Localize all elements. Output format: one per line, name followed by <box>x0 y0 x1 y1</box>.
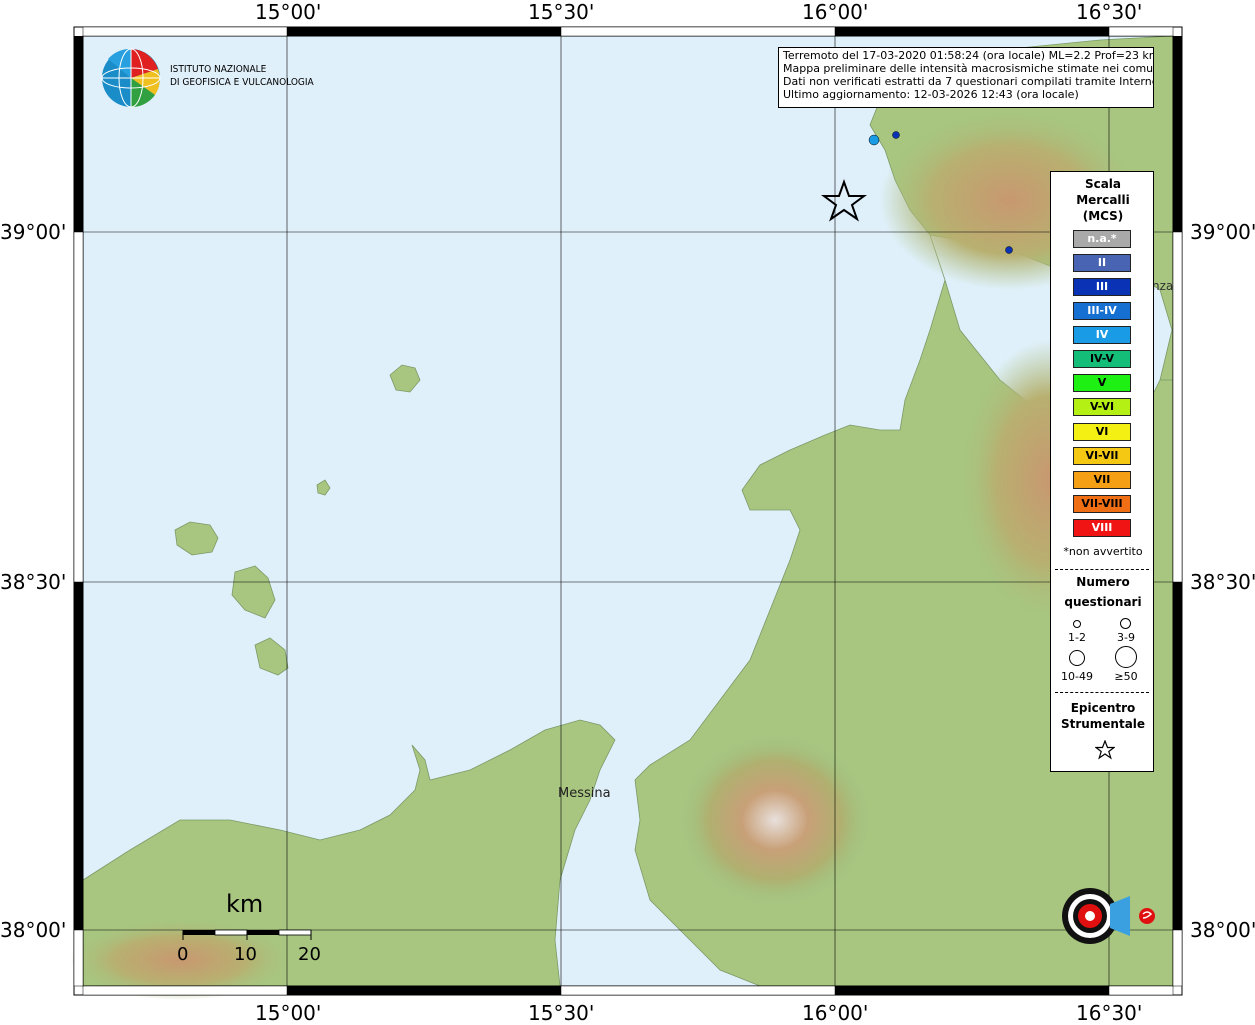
legend-star-icon <box>1095 740 1115 760</box>
legend-epicenter-title-1: Epicentro <box>1070 701 1136 715</box>
lon-label-top: 15°00' <box>255 0 322 24</box>
lon-label-top: 16°00' <box>802 0 869 24</box>
count-size-1-icon <box>1073 620 1081 628</box>
lon-label-bottom: 16°00' <box>802 1001 869 1025</box>
count-size-4-icon <box>1115 646 1137 668</box>
legend-item: VII-VIII <box>1073 495 1131 513</box>
lon-label-bottom: 16°30' <box>1076 1001 1143 1025</box>
lat-label-right: 38°00' <box>1190 918 1255 942</box>
legend-item: II <box>1073 254 1131 272</box>
lon-label-top: 16°30' <box>1076 0 1143 24</box>
lon-label-bottom: 15°00' <box>255 1001 322 1025</box>
legend-item: V-VI <box>1073 398 1131 416</box>
count-label: ≥50 <box>1114 670 1138 683</box>
legend-item: V <box>1073 374 1131 392</box>
count-label: 10-49 <box>1061 670 1093 683</box>
legend-divider <box>1055 692 1149 693</box>
place-label-messina: Messina <box>558 786 611 801</box>
count-size-3-icon <box>1069 650 1085 666</box>
legend-item: IV <box>1073 326 1131 344</box>
intensity-legend: Scala Mercalli (MCS) n.a.* II III III-IV… <box>1050 171 1154 772</box>
legend-item: IV-V <box>1073 350 1131 368</box>
lat-label-right: 39°00' <box>1190 220 1255 244</box>
legend-title-mcs: (MCS) <box>1082 209 1124 223</box>
event-summary: Terremoto del 17-03-2020 01:58:24 (ora l… <box>783 49 1154 62</box>
observation-point <box>892 131 900 139</box>
legend-title-mercalli: Mercalli <box>1076 193 1130 207</box>
legend-title-scala: Scala <box>1084 177 1122 191</box>
aspromonte-massif <box>680 735 870 905</box>
legend-item: VI-VII <box>1073 447 1131 465</box>
map-description: Mappa preliminare delle intensità macros… <box>783 62 1154 75</box>
scale-bar-unit: km <box>226 890 264 918</box>
scale-bar-label: 0 <box>177 944 189 965</box>
lat-label-left: 38°00' <box>0 918 67 942</box>
haisentito-logo <box>1032 866 1162 976</box>
legend-epicenter-title-2: Strumentale <box>1060 717 1146 731</box>
last-update: Ultimo aggiornamento: 12-03-2026 12:43 (… <box>783 88 1079 101</box>
legend-item: III <box>1073 278 1131 296</box>
legend-divider <box>1055 569 1149 570</box>
scale-bar-label: 10 <box>234 944 257 965</box>
legend-item: III-IV <box>1073 302 1131 320</box>
place-label-partial: nza <box>1152 279 1174 293</box>
scale-bar-label: 20 <box>298 944 321 965</box>
lon-label-bottom: 15°30' <box>528 1001 595 1025</box>
observation-point <box>868 134 880 146</box>
observation-point <box>1005 246 1013 254</box>
count-label: 3-9 <box>1117 631 1135 644</box>
count-size-2-icon <box>1120 618 1131 629</box>
legend-note: *non avvertito <box>1063 545 1143 558</box>
legend-count-title-1: Numero <box>1076 575 1130 589</box>
legend-item: VI <box>1073 423 1131 441</box>
legend-item: VII <box>1073 471 1131 489</box>
institute-name: ISTITUTO NAZIONALE DI GEOFISICA E VULCAN… <box>170 63 314 89</box>
legend-item: n.a.* <box>1073 230 1131 248</box>
institute-line-1: ISTITUTO NAZIONALE <box>170 64 267 75</box>
count-label: 1-2 <box>1068 631 1086 644</box>
lat-label-right: 38°30' <box>1190 570 1255 594</box>
lat-label-left: 39°00' <box>0 220 67 244</box>
lon-label-top: 15°30' <box>528 0 595 24</box>
event-info-box: Terremoto del 17-03-2020 01:58:24 (ora l… <box>778 47 1154 108</box>
institute-line-2: DI GEOFISICA E VULCANOLOGIA <box>170 77 314 88</box>
haisentito-logo-icon <box>1062 888 1155 944</box>
ingv-logo: ISTITUTO NAZIONALE DI GEOFISICA E VULCAN… <box>100 47 320 109</box>
legend-count-title-2: questionari <box>1064 595 1142 609</box>
legend-item: VIII <box>1073 519 1131 537</box>
ingv-globe-icon <box>101 48 161 108</box>
lat-label-left: 38°30' <box>0 570 67 594</box>
data-disclaimer: Dati non verificati estratti da 7 questi… <box>783 75 1154 88</box>
